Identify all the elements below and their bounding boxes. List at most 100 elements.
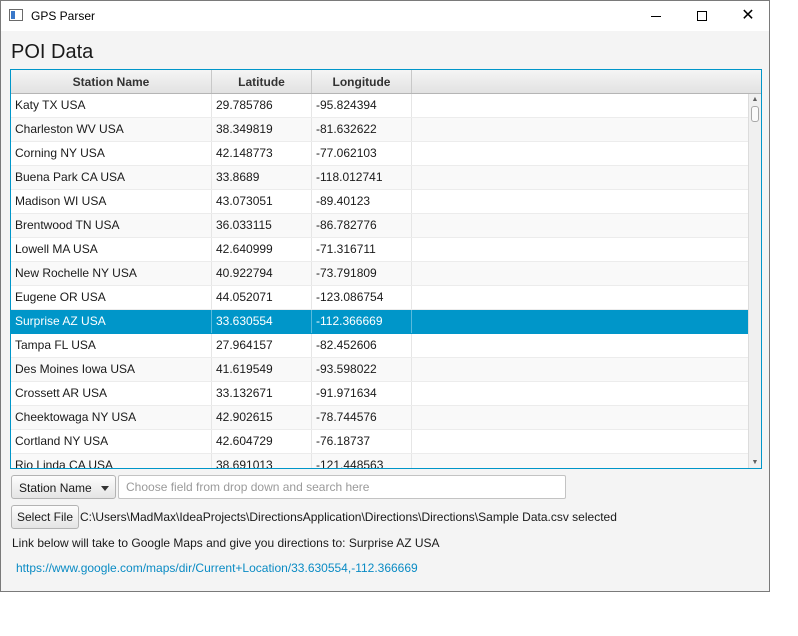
minimize-icon <box>651 15 661 17</box>
cell-station-name: Corning NY USA <box>11 142 212 165</box>
cell-station-name: Crossett AR USA <box>11 382 212 405</box>
maximize-icon <box>697 11 707 21</box>
cell-longitude: -89.40123 <box>312 190 412 213</box>
cell-longitude: -73.791809 <box>312 262 412 285</box>
cell-longitude: -77.062103 <box>312 142 412 165</box>
cell-longitude: -123.086754 <box>312 286 412 309</box>
cell-empty <box>412 310 748 333</box>
cell-longitude: -81.632622 <box>312 118 412 141</box>
cell-empty <box>412 358 748 381</box>
cell-longitude: -121.448563 <box>312 454 412 468</box>
cell-station-name: Des Moines Iowa USA <box>11 358 212 381</box>
cell-latitude: 27.964157 <box>212 334 312 357</box>
directions-info-text: Link below will take to Google Maps and … <box>12 536 440 550</box>
cell-empty <box>412 190 748 213</box>
column-header-filler <box>412 70 761 93</box>
cell-station-name: Madison WI USA <box>11 190 212 213</box>
maximize-button[interactable] <box>679 1 725 31</box>
cell-latitude: 29.785786 <box>212 94 312 117</box>
select-file-button[interactable]: Select File <box>11 505 79 529</box>
field-select-value: Station Name <box>19 481 92 495</box>
table-row[interactable]: Charleston WV USA 38.349819 -81.632622 <box>11 118 748 142</box>
cell-empty <box>412 286 748 309</box>
cell-empty <box>412 214 748 237</box>
cell-station-name: Tampa FL USA <box>11 334 212 357</box>
column-header-latitude[interactable]: Latitude <box>212 70 312 93</box>
cell-empty <box>412 430 748 453</box>
cell-station-name: New Rochelle NY USA <box>11 262 212 285</box>
cell-longitude: -82.452606 <box>312 334 412 357</box>
cell-empty <box>412 454 748 468</box>
table-row[interactable]: Eugene OR USA 44.052071 -123.086754 <box>11 286 748 310</box>
cell-station-name: Katy TX USA <box>11 94 212 117</box>
table-row[interactable]: Lowell MA USA 42.640999 -71.316711 <box>11 238 748 262</box>
vertical-scrollbar[interactable]: ▲ ▼ <box>748 94 761 468</box>
table-row[interactable]: Crossett AR USA 33.132671 -91.971634 <box>11 382 748 406</box>
scroll-down-icon[interactable]: ▼ <box>749 457 761 468</box>
chevron-down-icon <box>101 486 109 491</box>
cell-station-name: Lowell MA USA <box>11 238 212 261</box>
table-row[interactable]: Cheektowaga NY USA 42.902615 -78.744576 <box>11 406 748 430</box>
table-row[interactable]: Surprise AZ USA 33.630554 -112.366669 <box>11 310 748 334</box>
cell-empty <box>412 142 748 165</box>
cell-longitude: -76.18737 <box>312 430 412 453</box>
cell-longitude: -93.598022 <box>312 358 412 381</box>
close-button[interactable]: ✕ <box>725 1 771 31</box>
cell-station-name: Cortland NY USA <box>11 430 212 453</box>
title-bar[interactable]: GPS Parser ✕ <box>1 1 769 31</box>
table-row[interactable]: Buena Park CA USA 33.8689 -118.012741 <box>11 166 748 190</box>
google-maps-link[interactable]: https://www.google.com/maps/dir/Current+… <box>16 561 418 575</box>
window-title: GPS Parser <box>31 9 96 23</box>
table-row[interactable]: Madison WI USA 43.073051 -89.40123 <box>11 190 748 214</box>
page-title: POI Data <box>11 41 94 63</box>
cell-station-name: Eugene OR USA <box>11 286 212 309</box>
cell-longitude: -118.012741 <box>312 166 412 189</box>
cell-latitude: 42.604729 <box>212 430 312 453</box>
selected-file-path: C:\Users\MadMax\IdeaProjects\DirectionsA… <box>80 510 617 524</box>
cell-longitude: -95.824394 <box>312 94 412 117</box>
table-row[interactable]: Katy TX USA 29.785786 -95.824394 <box>11 94 748 118</box>
cell-latitude: 40.922794 <box>212 262 312 285</box>
table-body: Katy TX USA 29.785786 -95.824394 Charleston… <box>11 94 748 468</box>
table-row[interactable]: Corning NY USA 42.148773 -77.062103 <box>11 142 748 166</box>
cell-latitude: 38.349819 <box>212 118 312 141</box>
cell-latitude: 33.630554 <box>212 310 312 333</box>
table-row[interactable]: New Rochelle NY USA 40.922794 -73.791809 <box>11 262 748 286</box>
table-row[interactable]: Des Moines Iowa USA 41.619549 -93.598022 <box>11 358 748 382</box>
table-row[interactable]: Cortland NY USA 42.604729 -76.18737 <box>11 430 748 454</box>
cell-empty <box>412 406 748 429</box>
cell-empty <box>412 166 748 189</box>
table-header: Station Name Latitude Longitude <box>11 70 761 94</box>
cell-latitude: 38.691013 <box>212 454 312 468</box>
table-row[interactable]: Rio Linda CA USA 38.691013 -121.448563 <box>11 454 748 468</box>
column-header-longitude[interactable]: Longitude <box>312 70 412 93</box>
cell-empty <box>412 382 748 405</box>
cell-station-name: Surprise AZ USA <box>11 310 212 333</box>
cell-longitude: -71.316711 <box>312 238 412 261</box>
cell-longitude: -78.744576 <box>312 406 412 429</box>
poi-table[interactable]: Station Name Latitude Longitude Katy TX … <box>10 69 762 469</box>
cell-longitude: -91.971634 <box>312 382 412 405</box>
scroll-up-icon[interactable]: ▲ <box>749 94 761 105</box>
minimize-button[interactable] <box>633 1 679 31</box>
scroll-thumb[interactable] <box>751 106 759 122</box>
cell-empty <box>412 118 748 141</box>
cell-empty <box>412 334 748 357</box>
column-header-station-name[interactable]: Station Name <box>11 70 212 93</box>
cell-empty <box>412 238 748 261</box>
cell-empty <box>412 262 748 285</box>
cell-latitude: 43.073051 <box>212 190 312 213</box>
cell-empty <box>412 94 748 117</box>
cell-longitude: -86.782776 <box>312 214 412 237</box>
field-select-dropdown[interactable]: Station Name <box>11 475 116 499</box>
cell-latitude: 33.8689 <box>212 166 312 189</box>
search-input[interactable] <box>118 475 566 499</box>
cell-latitude: 36.033115 <box>212 214 312 237</box>
table-row[interactable]: Brentwood TN USA 36.033115 -86.782776 <box>11 214 748 238</box>
cell-station-name: Cheektowaga NY USA <box>11 406 212 429</box>
table-row[interactable]: Tampa FL USA 27.964157 -82.452606 <box>11 334 748 358</box>
cell-station-name: Rio Linda CA USA <box>11 454 212 468</box>
cell-station-name: Charleston WV USA <box>11 118 212 141</box>
cell-latitude: 42.640999 <box>212 238 312 261</box>
cell-latitude: 33.132671 <box>212 382 312 405</box>
